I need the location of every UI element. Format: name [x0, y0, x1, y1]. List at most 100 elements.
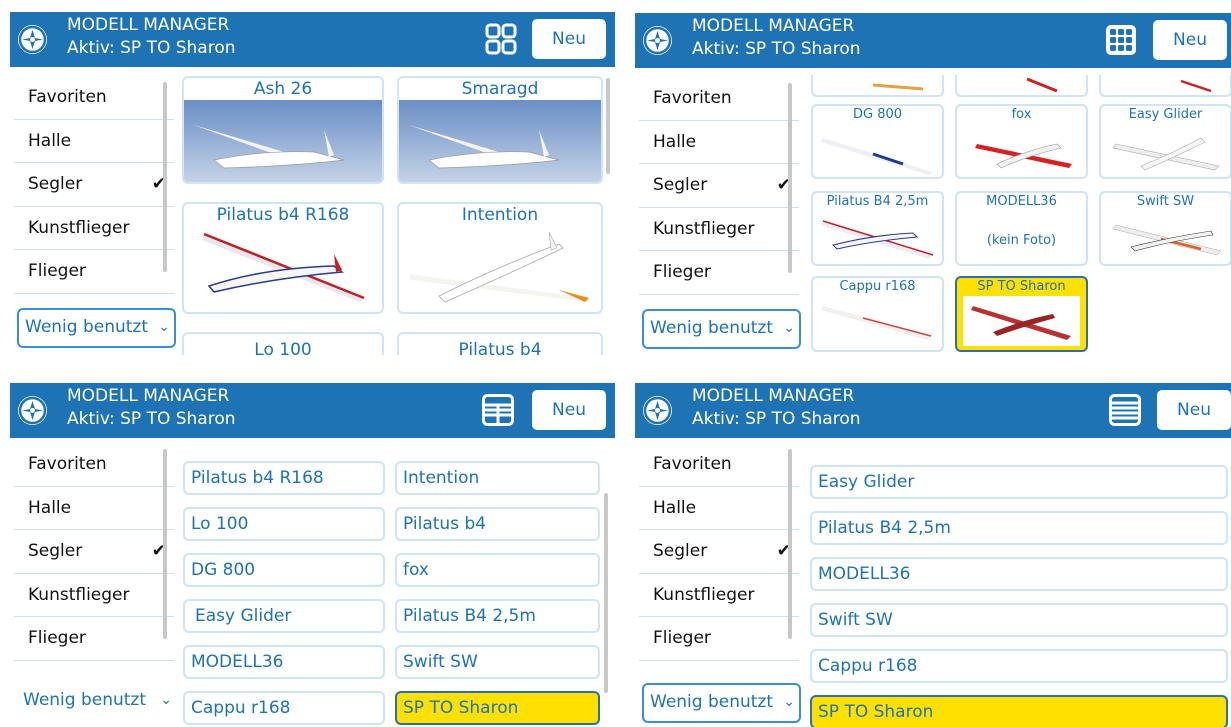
sidebar-item-favoriten[interactable]: Favoriten — [639, 443, 799, 487]
sidebar-scrollbar[interactable] — [788, 449, 792, 639]
model-tile-partial[interactable] — [955, 75, 1088, 97]
chevron-down-icon: ⌄ — [783, 694, 795, 710]
sidebar-item-label: Favoriten — [28, 454, 107, 474]
list-item[interactable]: Pilatus b4 — [395, 507, 600, 541]
list-item[interactable]: Lo 100 — [183, 507, 385, 541]
model-tile-sp-to-sharon[interactable]: SP TO Sharon — [955, 276, 1088, 352]
sidebar-item-flieger[interactable]: Flieger — [14, 617, 174, 661]
sidebar-item-halle[interactable]: Halle — [14, 120, 174, 163]
sidebar-item-segler[interactable]: Segler ✔ — [639, 164, 799, 208]
usage-filter-dropdown[interactable]: Wenig benutzt ⌄ — [17, 683, 176, 723]
sidebar-item-kunstflieger[interactable]: Kunstflieger — [639, 208, 799, 251]
list-item[interactable]: fox — [395, 553, 600, 587]
model-tile-fox[interactable]: fox — [955, 104, 1088, 179]
model-tile-cappu-r168[interactable]: Cappu r168 — [811, 276, 944, 352]
model-name: Pilatus B4 2,5m — [826, 194, 929, 209]
sidebar-scrollbar[interactable] — [788, 83, 792, 273]
sidebar-item-segler[interactable]: Segler ✔ — [639, 530, 799, 574]
chevron-down-icon: ⌄ — [160, 692, 172, 708]
usage-filter-dropdown[interactable]: Wenig benutzt ⌄ — [642, 309, 801, 349]
page-title: MODELL MANAGER — [692, 386, 855, 406]
sidebar-item-label: Flieger — [653, 628, 711, 648]
active-model-label: Aktiv: SP TO Sharon — [692, 39, 861, 59]
sidebar-item-flieger[interactable]: Flieger — [639, 251, 799, 295]
model-tile-dg-800[interactable]: DG 800 — [811, 104, 944, 179]
list-item-selected[interactable]: SP TO Sharon — [395, 691, 600, 725]
model-manager-panel-tiles-small: MODELL MANAGER Aktiv: SP TO Sharon Neu F… — [635, 13, 1231, 356]
sidebar-scrollbar[interactable] — [163, 82, 167, 272]
sidebar-item-label: Favoriten — [653, 88, 732, 108]
model-name: Intention — [461, 205, 539, 225]
new-model-button[interactable]: Neu — [1153, 20, 1227, 60]
two-column-list-icon[interactable] — [482, 394, 514, 426]
list-item[interactable]: DG 800 — [183, 553, 385, 587]
sidebar-item-label: Segler — [653, 541, 708, 561]
list-item[interactable]: MODELL36 — [810, 557, 1228, 591]
sidebar-item-label: Kunstflieger — [653, 218, 755, 239]
sidebar-item-favoriten[interactable]: Favoriten — [639, 77, 799, 121]
propeller-logo-icon[interactable] — [18, 396, 47, 425]
sidebar-item-kunstflieger[interactable]: Kunstflieger — [14, 574, 174, 617]
new-model-button[interactable]: Neu — [1157, 390, 1231, 430]
sidebar-scrollbar[interactable] — [163, 449, 167, 639]
new-model-button[interactable]: Neu — [532, 390, 606, 430]
model-tile-partial[interactable] — [1099, 75, 1231, 97]
sidebar-item-flieger[interactable]: Flieger — [639, 617, 799, 661]
model-tile-pilatus-b4-r168[interactable]: Pilatus b4 R168 — [182, 202, 384, 314]
sidebar-item-favoriten[interactable]: Favoriten — [14, 443, 174, 487]
usage-filter-dropdown[interactable]: Wenig benutzt ⌄ — [642, 683, 801, 723]
list-item[interactable]: Easy Glider — [810, 465, 1228, 499]
model-tile-intention[interactable]: Intention — [397, 202, 603, 314]
grid-scrollbar[interactable] — [606, 78, 610, 174]
list-item[interactable]: Swift SW — [810, 603, 1228, 637]
list-item[interactable]: Pilatus b4 R168 — [183, 461, 385, 495]
model-photo — [399, 226, 601, 312]
sidebar-item-kunstflieger[interactable]: Kunstflieger — [639, 574, 799, 617]
list-item[interactable]: MODELL36 — [183, 645, 385, 679]
model-tile-partial[interactable] — [811, 75, 944, 97]
model-tile-lo-100[interactable]: Lo 100 — [182, 332, 384, 355]
sidebar-item-halle[interactable]: Halle — [639, 121, 799, 164]
model-name: Lo 100 — [254, 340, 312, 355]
model-tile-pilatus-b4[interactable]: Pilatus b4 — [397, 332, 603, 355]
list-item[interactable]: Swift SW — [395, 645, 600, 679]
single-column-list-icon[interactable] — [1109, 394, 1141, 426]
list-item[interactable]: Pilatus B4 2,5m — [395, 599, 600, 633]
grid-3x3-icon[interactable] — [1105, 24, 1137, 56]
sidebar-item-favoriten[interactable]: Favoriten — [14, 76, 174, 120]
model-tile-easy-glider[interactable]: Easy Glider — [1099, 104, 1231, 179]
category-sidebar: Favoriten Halle Segler ✔ Kunstflieger Fli… — [14, 76, 174, 294]
list-item[interactable]: Cappu r168 — [810, 649, 1228, 683]
sidebar-item-flieger[interactable]: Flieger — [14, 250, 174, 294]
model-list: Pilatus b4 R168 Intention Lo 100 Pilatus… — [182, 445, 615, 727]
sidebar-item-segler[interactable]: Segler ✔ — [14, 530, 174, 574]
list-item[interactable]: Cappu r168 — [183, 691, 385, 725]
model-tile-modell36[interactable]: MODELL36 (kein Foto) — [955, 191, 1088, 266]
active-model-label: Aktiv: SP TO Sharon — [67, 38, 236, 58]
new-model-button[interactable]: Neu — [532, 19, 606, 59]
sidebar-item-halle[interactable]: Halle — [639, 487, 799, 530]
model-tile-smaragd[interactable]: Smaragd — [397, 76, 603, 184]
sidebar-item-kunstflieger[interactable]: Kunstflieger — [14, 207, 174, 250]
list-scrollbar[interactable] — [604, 493, 608, 693]
model-tile-swift-sw[interactable]: Swift SW — [1099, 191, 1231, 266]
model-photo — [184, 100, 382, 182]
model-tile-ash-26[interactable]: Ash 26 — [182, 76, 384, 184]
model-tile-pilatus-b4-2-5m[interactable]: Pilatus B4 2,5m — [811, 191, 944, 266]
propeller-logo-icon[interactable] — [643, 26, 672, 55]
sidebar-item-halle[interactable]: Halle — [14, 487, 174, 530]
sidebar-item-label: Kunstflieger — [28, 584, 130, 605]
model-manager-panel-list-single-column: MODELL MANAGER Aktiv: SP TO Sharon Neu F… — [635, 383, 1231, 727]
sidebar-item-label: Flieger — [653, 262, 711, 282]
propeller-logo-icon[interactable] — [643, 396, 672, 425]
chevron-down-icon: ⌄ — [783, 320, 795, 336]
sidebar-item-segler[interactable]: Segler ✔ — [14, 163, 174, 207]
usage-filter-dropdown[interactable]: Wenig benutzt ⌄ — [17, 308, 176, 348]
list-item[interactable]: Intention — [395, 461, 600, 495]
grid-2x2-icon[interactable] — [485, 23, 517, 55]
list-item[interactable]: Easy Glider — [183, 599, 385, 633]
sidebar-item-label: Kunstflieger — [653, 584, 755, 605]
propeller-logo-icon[interactable] — [18, 25, 47, 54]
list-item-selected[interactable]: SP TO Sharon — [810, 695, 1228, 727]
list-item[interactable]: Pilatus B4 2,5m — [810, 511, 1228, 545]
